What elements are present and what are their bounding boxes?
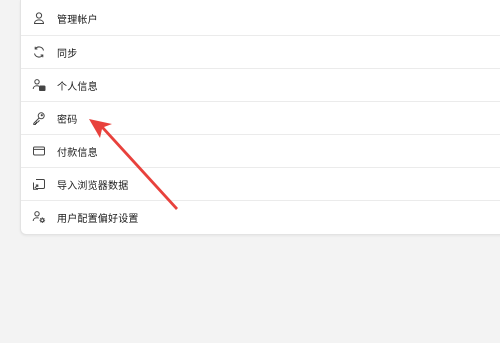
person-icon [32,11,46,25]
settings-item-manage-account[interactable]: 管理帐户 [21,2,500,34]
settings-item-import-browser-data[interactable]: 导入浏览器数据 [21,168,500,200]
settings-item-label: 密码 [57,114,78,126]
settings-item-label: 管理帐户 [57,14,98,26]
settings-item-label: 付款信息 [57,147,98,159]
settings-item-profile-preferences[interactable]: 用户配置偏好设置 [21,201,500,233]
sync-icon [32,45,46,59]
settings-item-label: 个人信息 [57,81,98,93]
settings-item-label: 导入浏览器数据 [57,180,129,192]
import-icon [32,177,46,191]
settings-item-passwords[interactable]: 密码 [21,102,500,134]
key-icon [32,111,46,125]
settings-item-sync[interactable]: 同步 [21,36,500,68]
person-card-icon [32,78,46,92]
settings-item-personal-info[interactable]: 个人信息 [21,69,500,101]
profile-settings-panel: 管理帐户 同步 个人信息 密码 付款信息 导入浏览器数据 用户配置偏好设置 [20,0,500,235]
settings-item-label: 用户配置偏好设置 [57,213,139,225]
card-icon [32,144,46,158]
person-settings-icon [32,210,46,224]
settings-item-payment-info[interactable]: 付款信息 [21,135,500,167]
settings-item-label: 同步 [57,48,78,60]
